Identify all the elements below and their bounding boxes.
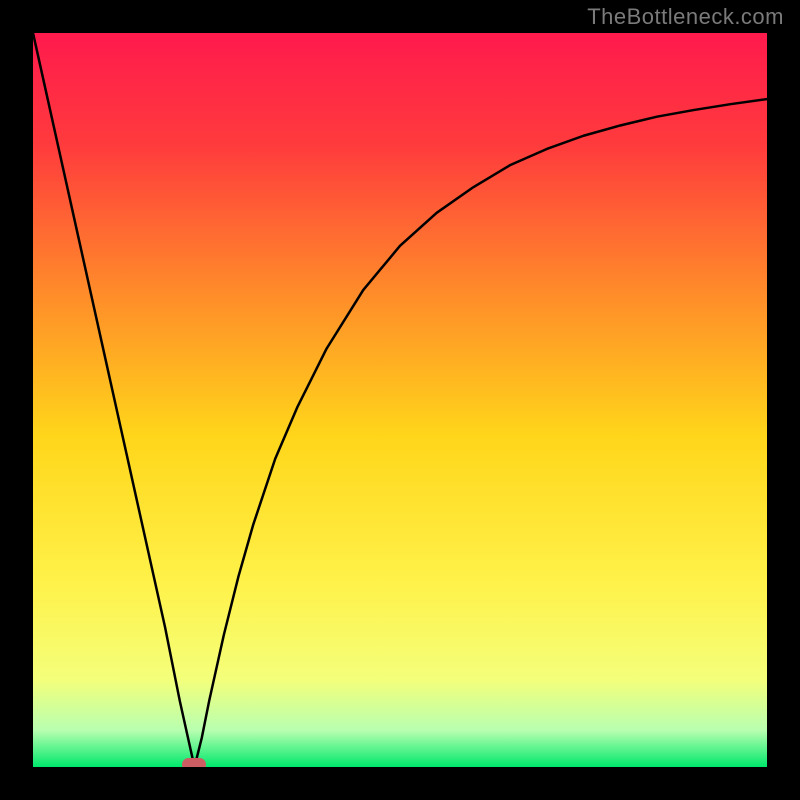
min-marker [182,758,206,767]
watermark-text: TheBottleneck.com [587,4,784,30]
gradient-background [33,33,767,767]
gradient-rect [33,33,767,767]
chart-frame: TheBottleneck.com [0,0,800,800]
plot-area [33,33,767,767]
